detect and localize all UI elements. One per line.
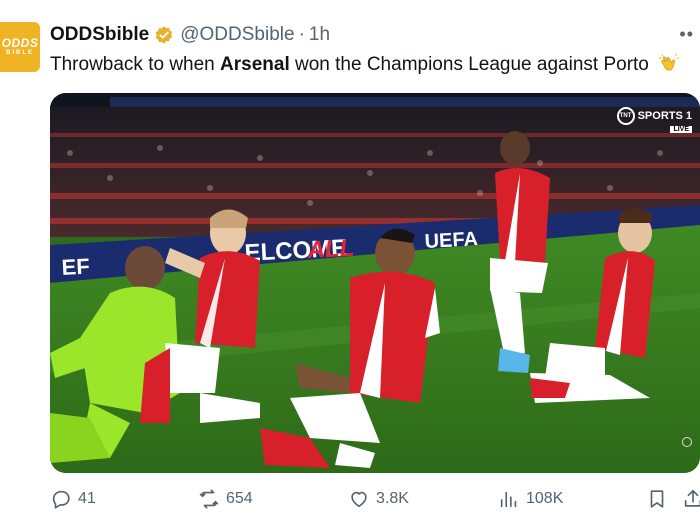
more-options-icon[interactable]: ••	[679, 24, 694, 45]
avatar-brand: ODDS	[1, 36, 39, 50]
views-icon	[500, 491, 517, 508]
tweet-text-after: won the Champions League against Porto	[289, 54, 649, 75]
tweet-text: Throwback to when Arsenal won the Champi…	[50, 52, 680, 77]
verified-badge-icon	[155, 26, 173, 44]
reply-button[interactable]: 41	[50, 488, 96, 510]
tweet-text-bold: Arsenal	[220, 54, 290, 75]
author-name[interactable]: ODDSbible	[50, 24, 149, 46]
heart-icon	[351, 491, 367, 508]
repost-icon	[199, 489, 219, 509]
author-handle[interactable]: @ODDSbible	[180, 24, 294, 46]
avatar[interactable]: ODDS BIBLE	[0, 22, 40, 72]
share-button[interactable]	[682, 488, 700, 510]
repost-button[interactable]: 654	[198, 488, 253, 510]
reply-count: 41	[78, 490, 96, 507]
media-indicator-icon	[682, 437, 692, 447]
broadcaster-label: SPORTS 1	[637, 110, 692, 122]
tweet-media-image[interactable]: EF ELCOME ALL UEFA TNT SPORTS 1 LIVE	[50, 93, 700, 473]
broadcaster-name: TNT SPORTS 1	[616, 107, 692, 125]
reply-icon	[52, 490, 70, 509]
bookmark-button[interactable]	[646, 488, 668, 510]
separator-dot: ·	[298, 24, 305, 45]
share-icon	[684, 489, 700, 507]
views-count: 108K	[526, 490, 564, 507]
tweet-text-before: Throwback to when	[50, 54, 221, 75]
views-button[interactable]: 108K	[498, 488, 563, 510]
post-time[interactable]: 1h	[309, 24, 330, 46]
live-badge: LIVE	[670, 126, 692, 133]
like-count: 3.8K	[376, 490, 409, 507]
tweet-header: ODDSbible @ODDSbible · 1h	[50, 24, 330, 46]
like-button[interactable]: 3.8K	[348, 488, 409, 510]
tweet-actions-bar: 41 654 3.8K 108K	[0, 488, 700, 518]
board-text-ef: EF	[61, 254, 90, 280]
bookmark-icon	[650, 490, 664, 508]
celebration-photo: EF ELCOME ALL UEFA	[50, 93, 700, 473]
broadcaster-logo: TNT SPORTS 1 LIVE	[616, 107, 692, 133]
clapping-hands-emoji	[658, 53, 680, 71]
tnt-badge-icon: TNT	[616, 107, 635, 125]
repost-count: 654	[226, 490, 253, 507]
avatar-brand-sub: BIBLE	[6, 50, 34, 56]
